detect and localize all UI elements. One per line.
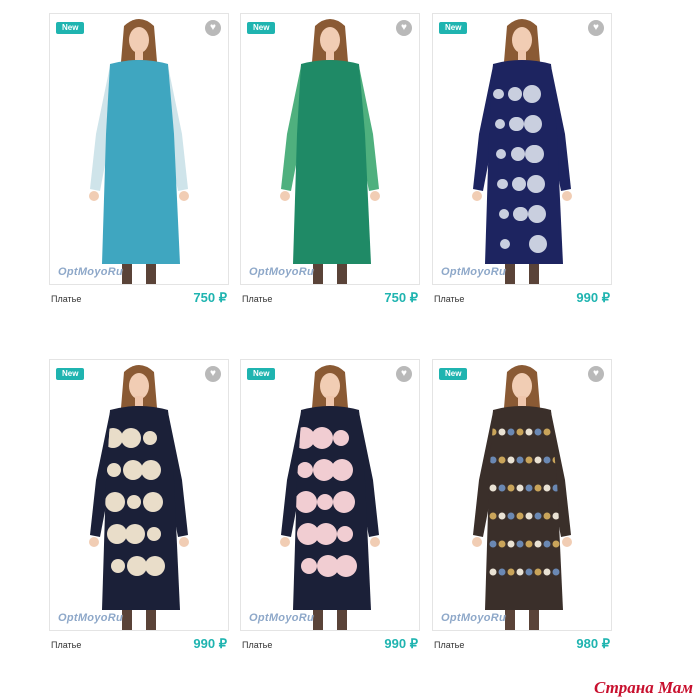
product-price: 750 ₽ (384, 290, 418, 305)
product-price: 990 ₽ (193, 636, 227, 651)
heart-icon[interactable]: ♥ (588, 20, 604, 36)
product-name[interactable]: Платье (242, 640, 272, 650)
product-meta: Платье 990 ₽ (49, 631, 229, 655)
heart-icon[interactable]: ♥ (396, 366, 412, 382)
product-card[interactable]: New ♥ (240, 359, 420, 655)
product-meta: Платье 750 ₽ (49, 285, 229, 309)
product-meta: Платье 990 ₽ (432, 285, 612, 309)
product-name[interactable]: Платье (242, 294, 272, 304)
product-meta: Платье 990 ₽ (240, 631, 420, 655)
product-card[interactable]: New ♥ (432, 13, 612, 309)
product-meta: Платье 750 ₽ (240, 285, 420, 309)
brand-logo: OptMoyoRu (441, 612, 507, 624)
product-image[interactable]: New ♥ OptMoyoRu (432, 13, 612, 285)
new-badge: New (56, 22, 85, 34)
brand-logo: OptMoyoRu (249, 266, 315, 278)
product-name[interactable]: Платье (434, 640, 464, 650)
heart-icon[interactable]: ♥ (588, 366, 604, 382)
product-meta: Платье 980 ₽ (432, 631, 612, 655)
product-image[interactable]: New ♥ OptMoyoRu (49, 13, 229, 285)
product-card[interactable]: New ♥ (240, 13, 420, 309)
new-badge: New (247, 368, 276, 380)
brand-logo: OptMoyoRu (58, 266, 124, 278)
model-photo (472, 365, 572, 630)
heart-icon[interactable]: ♥ (396, 20, 412, 36)
new-badge: New (247, 22, 276, 34)
product-name[interactable]: Платье (434, 294, 464, 304)
site-watermark: Страна Мам (593, 678, 693, 697)
product-image[interactable]: New ♥ OptMoyoRu (49, 359, 229, 631)
brand-logo: OptMoyoRu (249, 612, 315, 624)
product-image[interactable]: New ♥ OptMoyoRu (240, 13, 420, 285)
product-card[interactable]: New ♥ (49, 13, 229, 309)
product-price: 750 ₽ (193, 290, 227, 305)
brand-logo: OptMoyoRu (441, 266, 507, 278)
model-photo (280, 365, 380, 630)
new-badge: New (439, 368, 468, 380)
product-card[interactable]: New ♥ (49, 359, 229, 655)
new-badge: New (439, 22, 468, 34)
heart-icon[interactable]: ♥ (205, 366, 221, 382)
product-card[interactable]: New ♥ (432, 359, 612, 655)
product-price: 980 ₽ (576, 636, 610, 651)
model-photo (280, 19, 380, 284)
product-name[interactable]: Платье (51, 640, 81, 650)
model-photo (472, 19, 572, 284)
model-photo (89, 19, 189, 284)
model-photo (89, 365, 189, 630)
product-name[interactable]: Платье (51, 294, 81, 304)
new-badge: New (56, 368, 85, 380)
product-image[interactable]: New ♥ OptMoyoRu (432, 359, 612, 631)
product-price: 990 ₽ (576, 290, 610, 305)
product-image[interactable]: New ♥ OptMoyoRu (240, 359, 420, 631)
product-price: 990 ₽ (384, 636, 418, 651)
heart-icon[interactable]: ♥ (205, 20, 221, 36)
brand-logo: OptMoyoRu (58, 612, 124, 624)
